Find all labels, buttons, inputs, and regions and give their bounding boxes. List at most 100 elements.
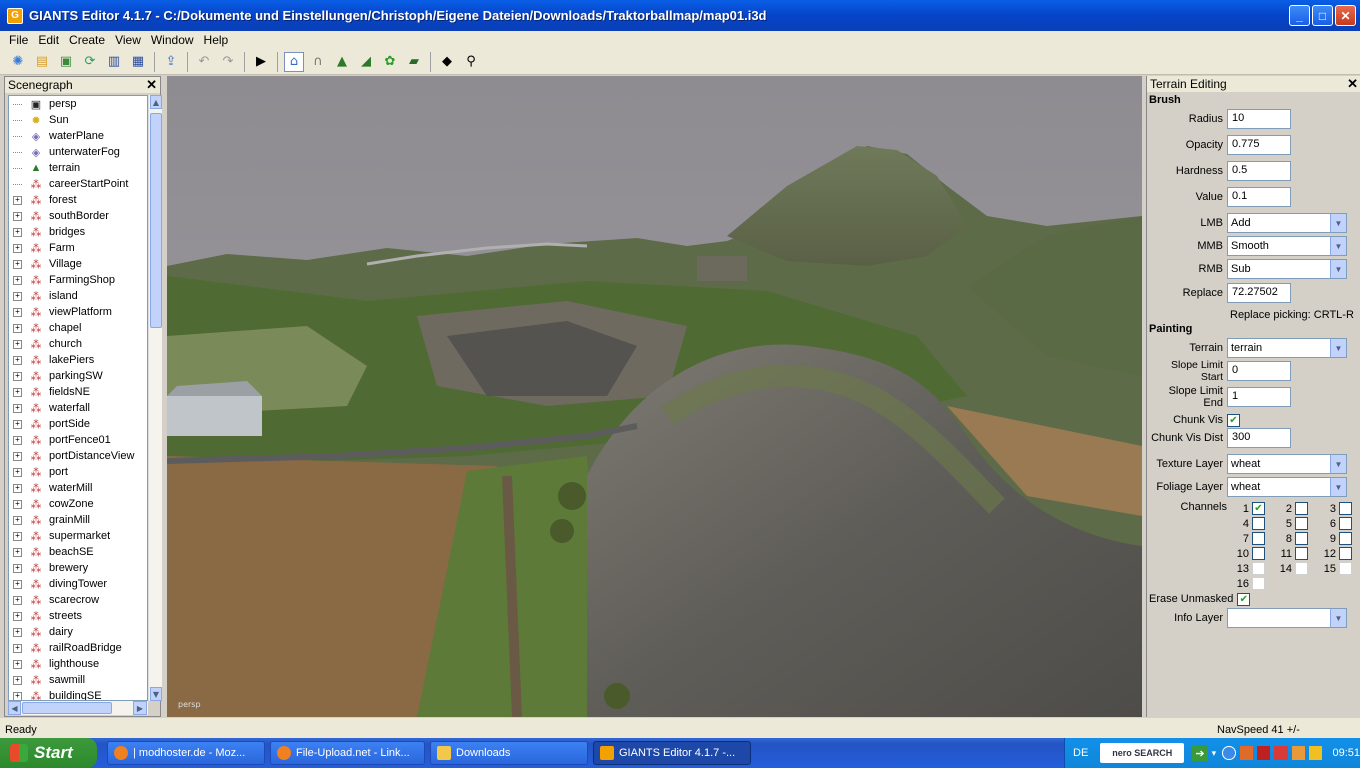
channel-checkbox[interactable] xyxy=(1339,532,1352,545)
tree-node[interactable]: + ⁂ lighthouse xyxy=(9,656,147,672)
expand-icon[interactable]: + xyxy=(13,451,22,461)
channel-checkbox[interactable] xyxy=(1295,532,1308,545)
tree-node[interactable]: + ⁂ waterMill xyxy=(9,480,147,496)
expand-icon[interactable]: + xyxy=(13,643,22,653)
language-indicator[interactable]: DE xyxy=(1073,747,1088,759)
channel-checkbox[interactable] xyxy=(1252,547,1265,560)
tree-node[interactable]: + ⁂ forest xyxy=(9,192,147,208)
channel-checkbox[interactable] xyxy=(1339,502,1352,515)
lmb-select[interactable]: Add ▼ xyxy=(1227,213,1347,233)
scroll-up-icon[interactable]: ▲ xyxy=(150,95,162,109)
tree-node[interactable]: + ⁂ dairy xyxy=(9,624,147,640)
tree-node[interactable]: + ⁂ chapel xyxy=(9,320,147,336)
tree-node[interactable]: + ⁂ streets xyxy=(9,608,147,624)
tree-node[interactable]: + ⁂ scarecrow xyxy=(9,592,147,608)
task-giants-editor[interactable]: GIANTS Editor 4.1.7 -... xyxy=(593,741,751,765)
expand-icon[interactable]: + xyxy=(13,659,22,669)
radius-field[interactable]: 10 xyxy=(1227,109,1291,129)
tree-node[interactable]: + ⁂ portDistanceView xyxy=(9,448,147,464)
3d-viewport[interactable]: persp xyxy=(167,76,1142,717)
expand-icon[interactable]: + xyxy=(13,531,22,541)
foliage-icon[interactable]: ✿ xyxy=(380,52,400,72)
chunk-vis-dist-field[interactable]: 300 xyxy=(1227,428,1291,448)
expand-icon[interactable]: + xyxy=(13,371,22,381)
minimize-button[interactable]: _ xyxy=(1289,5,1310,26)
save-as-icon[interactable]: ▦ xyxy=(128,52,148,72)
chevron-down-icon[interactable]: ▼ xyxy=(1330,609,1346,627)
tree-node[interactable]: + ⁂ divingTower xyxy=(9,576,147,592)
expand-icon[interactable]: + xyxy=(13,595,22,605)
start-button[interactable]: Start xyxy=(0,738,97,768)
close-icon[interactable]: ✕ xyxy=(1347,76,1358,92)
tree-node[interactable]: + ⁂ sawmill xyxy=(9,672,147,688)
search-icon[interactable]: ⚲ xyxy=(461,52,481,72)
expand-icon[interactable]: + xyxy=(13,611,22,621)
tray-app-icon[interactable] xyxy=(1309,746,1323,760)
tree-node[interactable]: + ⁂ portSide xyxy=(9,416,147,432)
hscroll-thumb[interactable] xyxy=(22,702,112,714)
maximize-button[interactable]: □ xyxy=(1312,5,1333,26)
tree-node[interactable]: + ⁂ waterfall xyxy=(9,400,147,416)
expand-icon[interactable]: + xyxy=(13,627,22,637)
expand-icon[interactable]: + xyxy=(13,387,22,397)
tree-node[interactable]: + ⁂ railRoadBridge xyxy=(9,640,147,656)
play-icon[interactable]: ▶ xyxy=(251,52,271,72)
chevron-down-icon[interactable]: ▼ xyxy=(1330,455,1346,473)
hardness-field[interactable]: 0.5 xyxy=(1227,161,1291,181)
expand-icon[interactable]: + xyxy=(13,259,22,269)
menu-window[interactable]: Window xyxy=(146,33,199,47)
task-file-upload[interactable]: File-Upload.net - Link... xyxy=(270,741,425,765)
open-icon[interactable]: ▤ xyxy=(32,52,52,72)
expand-icon[interactable]: + xyxy=(13,467,22,477)
checker-icon[interactable]: ◆ xyxy=(437,52,457,72)
chevron-down-icon[interactable]: ▼ xyxy=(1330,260,1346,278)
expand-icon[interactable]: + xyxy=(13,691,22,700)
task-downloads[interactable]: Downloads xyxy=(430,741,588,765)
tree-node[interactable]: ✹ Sun xyxy=(9,112,147,128)
scroll-left-icon[interactable]: ◀ xyxy=(8,701,21,715)
tree-node[interactable]: + ⁂ Village xyxy=(9,256,147,272)
tray-app-icon[interactable] xyxy=(1291,746,1306,760)
channel-checkbox[interactable] xyxy=(1252,517,1265,530)
tray-app-icon[interactable] xyxy=(1256,746,1271,760)
menu-edit[interactable]: Edit xyxy=(33,33,64,47)
scenegraph-tree[interactable]: ▣ persp ✹ Sun ◈ waterPlane ◈ unterwaterFog ▲ terr… xyxy=(8,95,148,701)
expand-icon[interactable]: + xyxy=(13,435,22,445)
new-icon[interactable]: ✺ xyxy=(8,52,28,72)
expand-icon[interactable]: + xyxy=(13,291,22,301)
reload-icon[interactable]: ⟳ xyxy=(80,52,100,72)
menu-view[interactable]: View xyxy=(110,33,146,47)
nero-search-box[interactable]: nero SEARCH xyxy=(1100,743,1185,763)
mmb-select[interactable]: Smooth ▼ xyxy=(1227,236,1347,256)
tree-node[interactable]: + ⁂ island xyxy=(9,288,147,304)
tree-node[interactable]: + ⁂ supermarket xyxy=(9,528,147,544)
go-arrow-icon[interactable]: ➔ xyxy=(1192,745,1208,761)
expand-icon[interactable]: + xyxy=(13,483,22,493)
channel-checkbox[interactable] xyxy=(1295,517,1308,530)
expand-icon[interactable]: + xyxy=(13,227,22,237)
scroll-thumb[interactable] xyxy=(150,113,162,328)
expand-icon[interactable]: + xyxy=(13,675,22,685)
select-icon[interactable]: ∩ xyxy=(308,52,328,72)
expand-icon[interactable]: + xyxy=(13,515,22,525)
tree-node[interactable]: ▲ terrain xyxy=(9,160,147,176)
task-modhoster[interactable]: | modhoster.de - Moz... xyxy=(107,741,265,765)
tree-node[interactable]: + ⁂ bridges xyxy=(9,224,147,240)
slope-end-field[interactable]: 1 xyxy=(1227,387,1291,407)
expand-icon[interactable]: + xyxy=(13,403,22,413)
network-icon[interactable] xyxy=(1222,746,1236,760)
tree-node[interactable]: + ⁂ cowZone xyxy=(9,496,147,512)
tree-node[interactable]: + ⁂ lakePiers xyxy=(9,352,147,368)
horizontal-scrollbar[interactable]: ◀ ▶ xyxy=(8,701,148,715)
tray-app-icon[interactable] xyxy=(1274,746,1288,760)
channel-checkbox[interactable]: ✔ xyxy=(1252,502,1265,515)
menu-create[interactable]: Create xyxy=(64,33,110,47)
replace-field[interactable]: 72.27502 xyxy=(1227,283,1291,303)
menu-file[interactable]: File xyxy=(4,33,33,47)
expand-icon[interactable]: + xyxy=(13,579,22,589)
tree-node[interactable]: + ⁂ fieldsNE xyxy=(9,384,147,400)
tray-app-icon[interactable] xyxy=(1239,746,1253,760)
tree-node[interactable]: + ⁂ port xyxy=(9,464,147,480)
chevron-down-icon[interactable]: ▼ xyxy=(1330,237,1346,255)
terrain-sculpt-icon[interactable]: ▲ xyxy=(332,52,352,72)
